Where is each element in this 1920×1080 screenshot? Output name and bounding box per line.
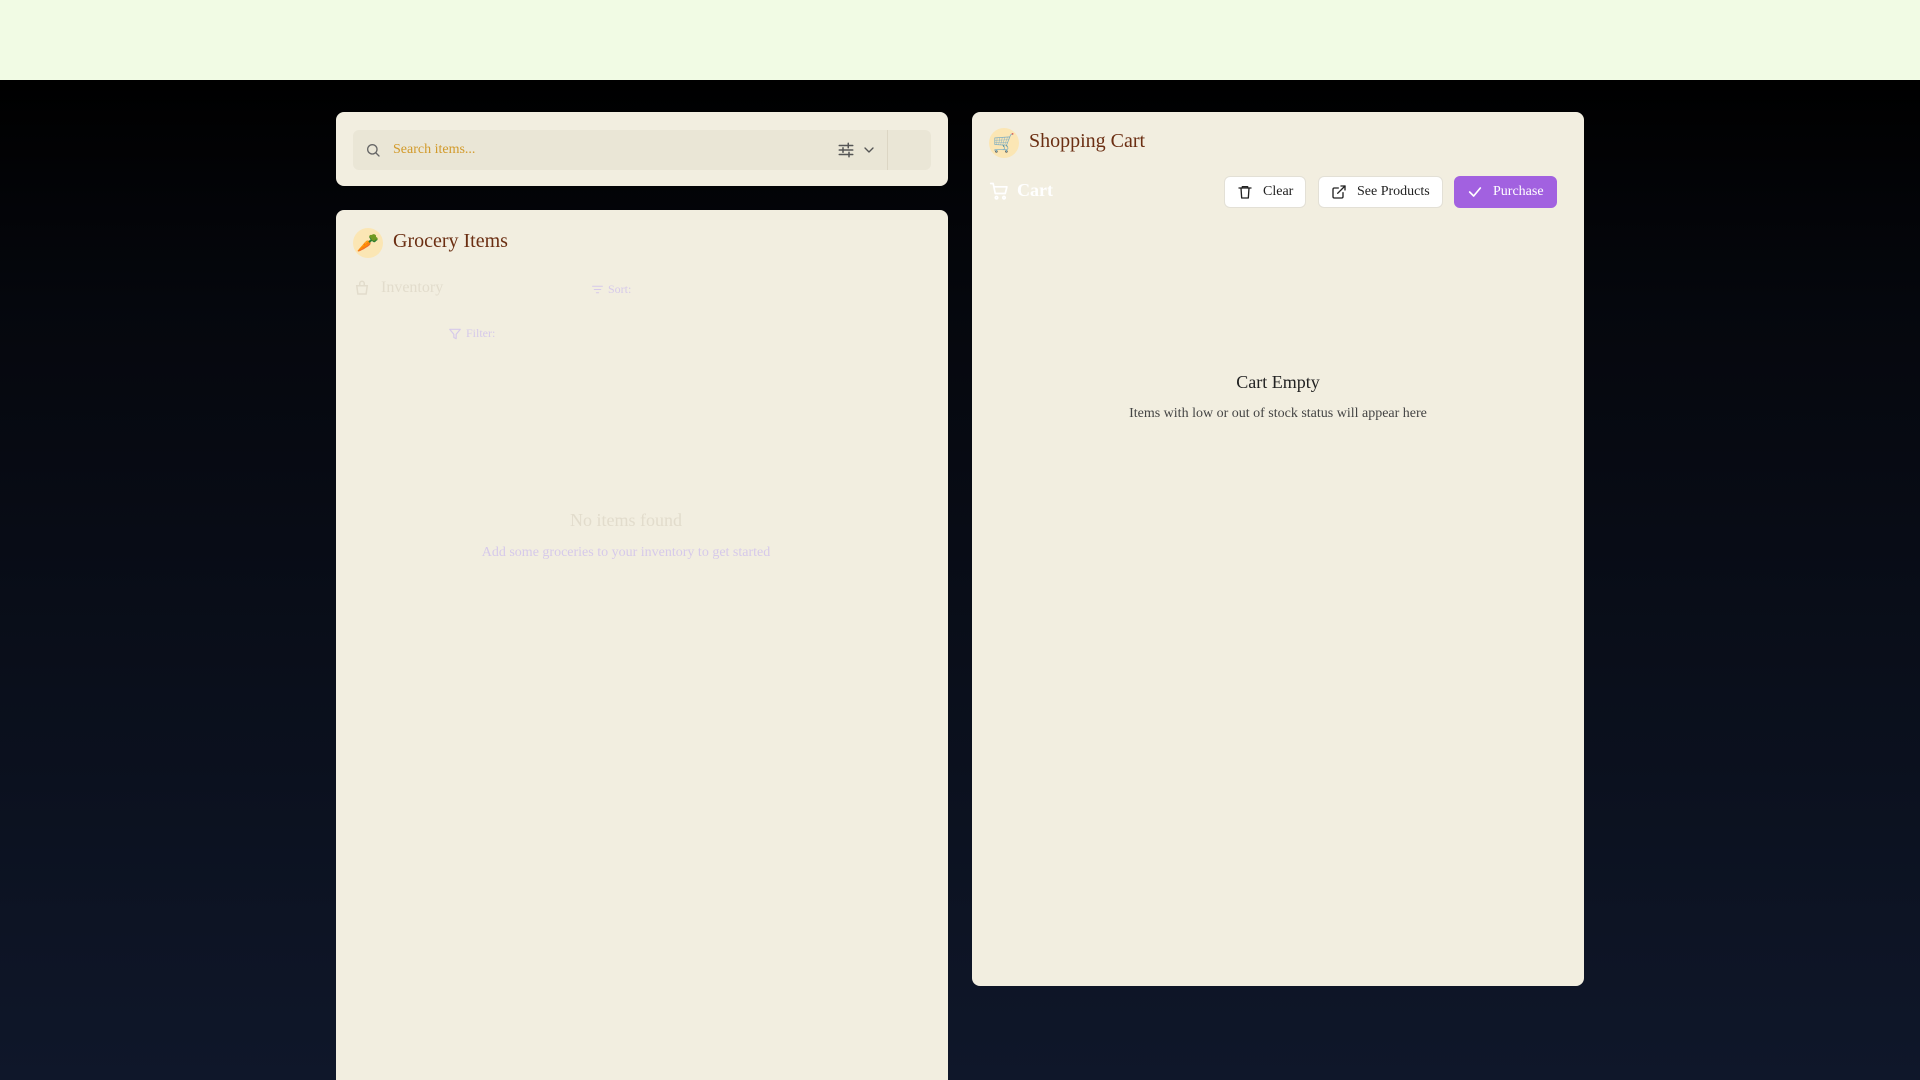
sort-control[interactable]: Sort: bbox=[591, 282, 631, 297]
grocery-empty-description: Add some groceries to your inventory to … bbox=[481, 545, 771, 560]
purchase-button-label: Purchase bbox=[1493, 184, 1544, 199]
external-link-icon bbox=[1332, 185, 1346, 199]
cart-panel-title: Shopping Cart bbox=[1029, 130, 1146, 152]
see-products-button[interactable]: See Products bbox=[1318, 176, 1443, 208]
cart-subtitle: Cart bbox=[989, 180, 1053, 201]
filter-label: Filter: bbox=[466, 326, 496, 340]
filter-icon bbox=[449, 328, 461, 339]
search-input[interactable] bbox=[393, 130, 793, 170]
carrot-icon: 🥕 bbox=[353, 228, 383, 258]
cart-emoji: 🛒 bbox=[992, 132, 1016, 153]
chevron-down-icon[interactable] bbox=[861, 142, 877, 158]
search-action-button[interactable] bbox=[888, 130, 931, 170]
clear-button[interactable]: Clear bbox=[1224, 176, 1307, 208]
top-bar bbox=[0, 0, 1920, 80]
carrot-emoji: 🥕 bbox=[356, 232, 380, 253]
sort-label: Sort: bbox=[608, 282, 632, 296]
see-products-button-label: See Products bbox=[1357, 184, 1430, 199]
clear-button-label: Clear bbox=[1263, 184, 1294, 199]
filter-control[interactable]: Filter: bbox=[448, 326, 495, 341]
purchase-button[interactable]: Purchase bbox=[1454, 176, 1557, 208]
grocery-items-panel: 🥕 Grocery Items Inventory Sort: Filter: … bbox=[336, 210, 948, 1080]
trash-icon bbox=[1238, 186, 1252, 199]
check-icon bbox=[1468, 187, 1482, 197]
shopping-cart-panel: 🛒 Shopping Cart Cart Clear See Products … bbox=[972, 112, 1584, 986]
search-icon bbox=[367, 144, 380, 157]
sliders-icon[interactable] bbox=[837, 141, 855, 159]
shopping-cart-icon: 🛒 bbox=[989, 128, 1019, 158]
grocery-empty-title: No items found bbox=[570, 510, 682, 530]
basket-icon bbox=[355, 280, 369, 295]
sort-icon bbox=[592, 285, 603, 294]
cart-empty-description: Items with low or out of stock status wi… bbox=[1129, 406, 1427, 421]
search-panel bbox=[336, 112, 948, 186]
search-box bbox=[353, 130, 931, 170]
cart-empty-title: Cart Empty bbox=[1236, 372, 1320, 392]
cart-icon bbox=[989, 182, 1008, 200]
cart-subtitle-label: Cart bbox=[1017, 180, 1053, 200]
grocery-panel-title: Grocery Items bbox=[393, 230, 508, 252]
inventory-label: Inventory bbox=[381, 279, 444, 296]
